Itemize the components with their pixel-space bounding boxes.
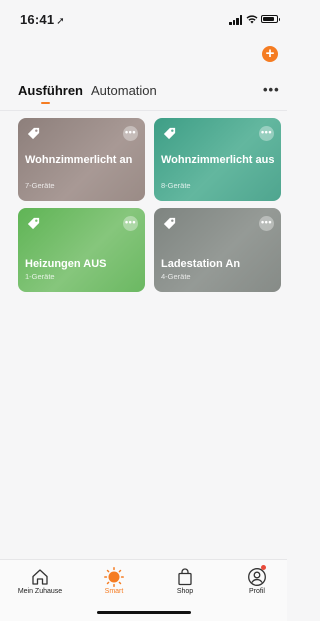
scene-card[interactable]: ••• Ladestation An 4-Geräte	[154, 208, 281, 292]
tag-icon	[27, 127, 40, 140]
more-icon[interactable]: •••	[123, 126, 138, 141]
cellular-signal-icon	[229, 15, 243, 25]
more-icon[interactable]: •••	[123, 216, 138, 231]
profile-icon	[248, 568, 266, 586]
tag-icon	[27, 217, 40, 230]
nav-profil[interactable]: Profil	[227, 560, 287, 606]
scene-device-count: 1-Geräte	[25, 272, 55, 281]
scene-name: Wohnzimmerlicht aus	[161, 154, 275, 166]
home-icon	[32, 569, 48, 585]
scene-card[interactable]: ••• Wohnzimmerlicht aus 8-Geräte	[154, 118, 281, 201]
nav-label: Smart	[104, 588, 124, 595]
more-icon[interactable]: •••	[259, 216, 274, 231]
status-time-text: 16:41	[20, 12, 55, 27]
nav-label: Mein Zuhause	[17, 588, 63, 595]
wifi-icon	[246, 15, 258, 24]
nav-label: Profil	[249, 588, 265, 595]
scene-tabs: Ausführen Automation •••	[0, 78, 287, 110]
home-indicator	[97, 611, 191, 614]
tab-ausfuehren[interactable]: Ausführen	[18, 83, 83, 98]
tabs-divider	[0, 110, 287, 111]
more-options-button[interactable]: •••	[263, 82, 280, 97]
scene-device-count: 7-Geräte	[25, 181, 55, 190]
sun-icon	[104, 567, 124, 587]
tab-automation[interactable]: Automation	[91, 83, 157, 98]
nav-label: Shop	[176, 588, 194, 595]
shopping-bag-icon	[178, 568, 192, 586]
scene-device-count: 8-Geräte	[161, 181, 191, 190]
scene-name: Heizungen AUS	[25, 258, 107, 270]
tag-icon	[163, 127, 176, 140]
nav-mein-zuhause[interactable]: Mein Zuhause	[10, 560, 70, 606]
location-arrow-icon: ➚	[56, 16, 65, 27]
notification-badge	[261, 565, 266, 570]
scene-name: Ladestation An	[161, 258, 241, 270]
nav-shop[interactable]: Shop	[155, 560, 215, 606]
status-time: 16:41 ➚	[20, 12, 65, 27]
scene-card[interactable]: ••• Heizungen AUS 1-Geräte	[18, 208, 145, 292]
scene-name: Wohnzimmerlicht an	[25, 154, 133, 166]
add-scene-button[interactable]: +	[262, 46, 278, 62]
more-icon[interactable]: •••	[259, 126, 274, 141]
tag-icon	[163, 217, 176, 230]
scene-card[interactable]: ••• Wohnzimmerlicht an 7-Geräte	[18, 118, 145, 201]
scene-device-count: 4-Geräte	[161, 272, 191, 281]
status-bar: 16:41 ➚	[0, 0, 287, 36]
battery-icon	[261, 15, 280, 23]
active-tab-indicator	[41, 102, 50, 104]
nav-smart[interactable]: Smart	[84, 560, 144, 606]
